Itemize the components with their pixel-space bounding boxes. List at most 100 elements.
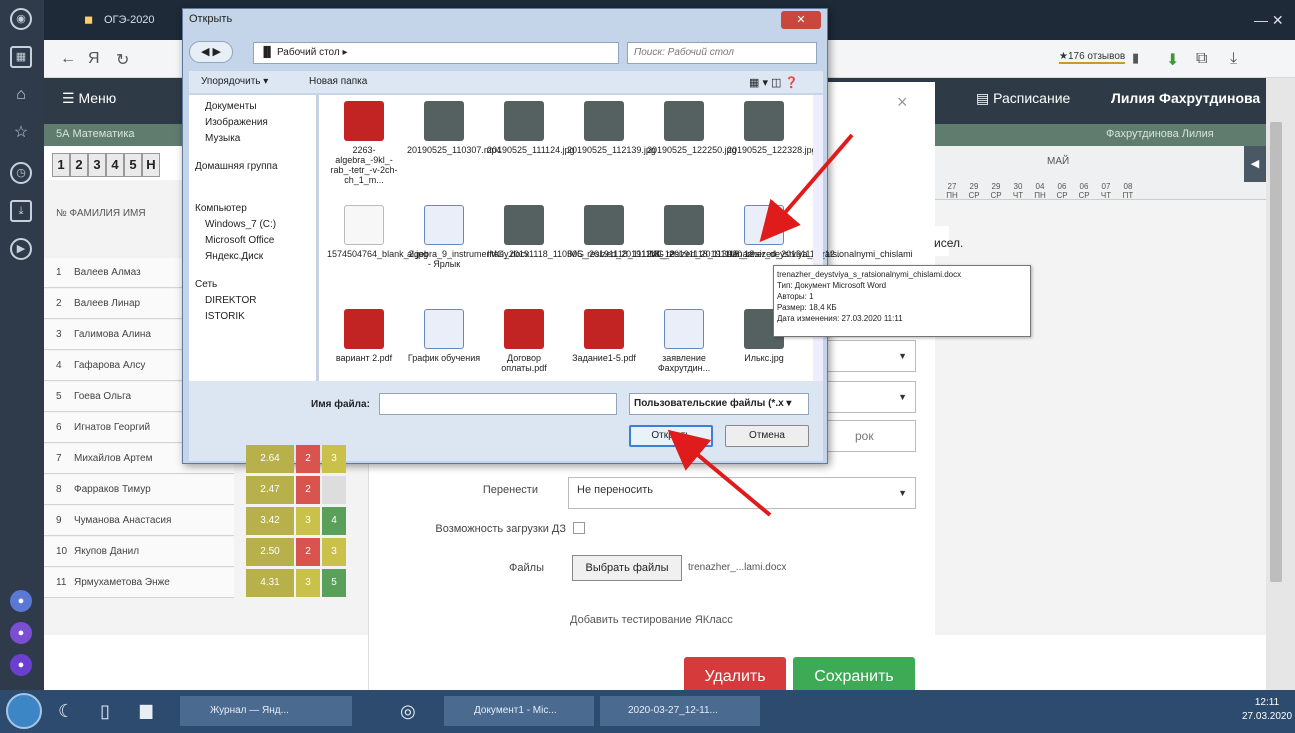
user-name[interactable]: Лилия Фахрутдинова <box>1111 90 1260 106</box>
file-item[interactable]: вариант 2.pdf <box>327 309 401 363</box>
reload-icon[interactable]: ↻ <box>116 50 129 70</box>
cancel-button[interactable]: Отмена <box>725 425 809 447</box>
table-row[interactable]: 10 Якупов Данил <box>44 537 234 567</box>
file-item[interactable]: IMG_20191118_111240_resized_20191118_12.… <box>567 205 762 259</box>
url-text[interactable]: Я <box>88 50 100 68</box>
tree-item[interactable]: Музыка <box>205 133 240 144</box>
taskbar-icon-2[interactable]: ▯ <box>100 696 110 726</box>
file-item[interactable]: 20190525_122328.jpg <box>727 101 817 155</box>
file-item[interactable]: 20190525_122250.jpg <box>647 101 737 155</box>
tree-item[interactable]: Яндекс.Диск <box>205 251 263 262</box>
grade-cell[interactable]: 3 <box>322 538 346 566</box>
tree-item[interactable]: Домашняя группа <box>195 161 278 172</box>
back-arrow-icon[interactable]: ← <box>60 50 76 68</box>
file-item[interactable]: trenazher_deystviya_s_ratsionalnymi_chis… <box>727 205 913 259</box>
taskbar-screenshot[interactable]: 2020-03-27_12-11... <box>600 696 760 726</box>
grade-cell[interactable]: 2 <box>296 538 320 566</box>
file-item[interactable]: 20190525_111124.jpg <box>487 101 575 155</box>
student-name[interactable]: Якупов Данил <box>74 546 139 557</box>
apps-icon[interactable]: ▦ <box>10 46 32 68</box>
organize-button[interactable]: Упорядочить ▾ <box>201 76 268 87</box>
file-item[interactable]: 20190525_112139.jpg <box>567 101 656 155</box>
page-scroll-thumb[interactable] <box>1270 122 1282 582</box>
menu-button[interactable]: ☰ Меню <box>62 90 116 107</box>
dialog-search-input[interactable]: Поиск: Рабочий стол <box>627 42 817 64</box>
tab-oge[interactable]: ОГЭ-2020 <box>74 6 155 34</box>
grade-cell[interactable]: 3 <box>322 445 346 473</box>
student-name[interactable]: Валеев Линар <box>74 298 140 309</box>
student-name[interactable]: Галимова Алина <box>74 329 151 340</box>
chrome-icon[interactable]: ◎ <box>400 696 416 726</box>
yandex-logo-icon[interactable]: ◉ <box>10 8 32 30</box>
grade-cell[interactable]: 3 <box>296 507 320 535</box>
tree-item[interactable]: Изображения <box>205 117 268 128</box>
downloads-icon[interactable]: ⤓ <box>1230 50 1237 68</box>
student-name[interactable]: Валеев Алмаз <box>74 267 141 278</box>
assistant-icon[interactable]: ● <box>10 654 32 676</box>
grade-cell[interactable]: 2 <box>296 476 320 504</box>
bookmark-icon[interactable]: ▮ <box>1132 50 1139 66</box>
tree-item[interactable]: Документы <box>205 101 257 112</box>
date-column[interactable]: 08 ПТ <box>1115 182 1141 200</box>
open-button[interactable]: Открыть <box>629 425 713 447</box>
student-name[interactable]: Фарраков Тимур <box>74 484 151 495</box>
file-item[interactable]: График обучения <box>407 309 481 363</box>
average-grade[interactable]: 2.64 <box>246 445 294 473</box>
student-name[interactable]: Чуманова Анастасия <box>74 515 171 526</box>
dialog-path[interactable]: ▐▌ Рабочий стол ▸ <box>253 42 619 64</box>
table-row[interactable]: 9 Чуманова Анастасия <box>44 506 234 536</box>
window-controls[interactable]: — ✕ <box>1224 6 1284 34</box>
download-icon[interactable]: ⤓ <box>10 200 32 222</box>
messenger-icon[interactable]: ● <box>10 622 32 644</box>
dialog-close-button[interactable]: ✕ <box>781 11 821 29</box>
grade-cell[interactable]: 5 <box>322 569 346 597</box>
bell-icon[interactable]: ⌂ <box>10 86 32 108</box>
tree-item[interactable]: Сеть <box>195 279 217 290</box>
grade-cell[interactable]: 3 <box>296 569 320 597</box>
prev-page-button[interactable]: ◀ <box>1244 146 1266 182</box>
protect-icon[interactable]: ⬇ <box>1166 50 1179 70</box>
grade-cell[interactable] <box>322 476 346 504</box>
tree-item[interactable]: Windows_7 (C:) <box>205 219 276 230</box>
file-item[interactable]: Договор оплаты.pdf <box>487 309 561 373</box>
grade-cell[interactable]: 2 <box>296 445 320 473</box>
student-name[interactable]: Гафарова Алсу <box>74 360 145 371</box>
file-item[interactable]: 1574504764_blank_2.jpg <box>327 205 428 259</box>
file-item[interactable]: 20190525_110307.mp4 <box>407 101 501 155</box>
student-name[interactable]: Игнатов Георгий <box>74 422 150 433</box>
filename-input[interactable] <box>379 393 617 415</box>
average-grade[interactable]: 4.31 <box>246 569 294 597</box>
taskbar-icon-1[interactable]: ☾ <box>58 696 74 726</box>
tab-quarter-5[interactable]: 5 <box>124 153 142 177</box>
add-yaklass-test-link[interactable]: Добавить тестирование ЯКласс <box>570 614 733 626</box>
file-item[interactable]: заявление Фахрутдин... <box>647 309 721 373</box>
folder-icon[interactable]: ▆ <box>140 696 152 726</box>
upload-checkbox[interactable] <box>573 522 585 534</box>
grade-cell[interactable]: 4 <box>322 507 346 535</box>
average-grade[interactable]: 3.42 <box>246 507 294 535</box>
tree-item[interactable]: Компьютер <box>195 203 247 214</box>
filetype-select[interactable]: Пользовательские файлы (*.x ▾ <box>629 393 809 415</box>
tree-item[interactable]: DIREKTOR <box>205 295 257 306</box>
modal-close-icon[interactable]: × <box>897 92 908 113</box>
start-button[interactable] <box>6 693 42 729</box>
file-item[interactable]: IMG_20191118_110505_resized_20191118_12.… <box>487 205 682 259</box>
average-grade[interactable]: 2.50 <box>246 538 294 566</box>
student-name[interactable]: Ярмухаметова Энже <box>74 577 170 588</box>
choose-files-button[interactable]: Выбрать файлы <box>572 555 682 581</box>
file-item[interactable]: IMG_20191118_113930_resized_20191118_12.… <box>647 205 842 259</box>
star-icon[interactable]: ☆ <box>10 124 32 146</box>
tab-quarter-4[interactable]: 4 <box>106 153 124 177</box>
file-item[interactable]: algebra_9_instrumentariy.docx - Ярлык <box>407 205 529 269</box>
student-name[interactable]: Гоева Ольга <box>74 391 131 402</box>
play-icon[interactable]: ▶ <box>10 238 32 260</box>
transfer-select[interactable]: Не переносить ▼ <box>568 477 916 509</box>
tab-year[interactable]: Н <box>142 153 160 177</box>
tab-quarter-2[interactable]: 2 <box>70 153 88 177</box>
clock-icon[interactable]: ◷ <box>10 162 32 184</box>
extension-icon[interactable]: ⧉ <box>1196 50 1207 68</box>
tree-item[interactable]: ISTORIK <box>205 311 245 322</box>
table-row[interactable]: 11 Ярмухаметова Энже <box>44 568 234 598</box>
reviews-link[interactable]: ★176 отзывов <box>1059 51 1126 64</box>
student-name[interactable]: Михайлов Артем <box>74 453 152 464</box>
